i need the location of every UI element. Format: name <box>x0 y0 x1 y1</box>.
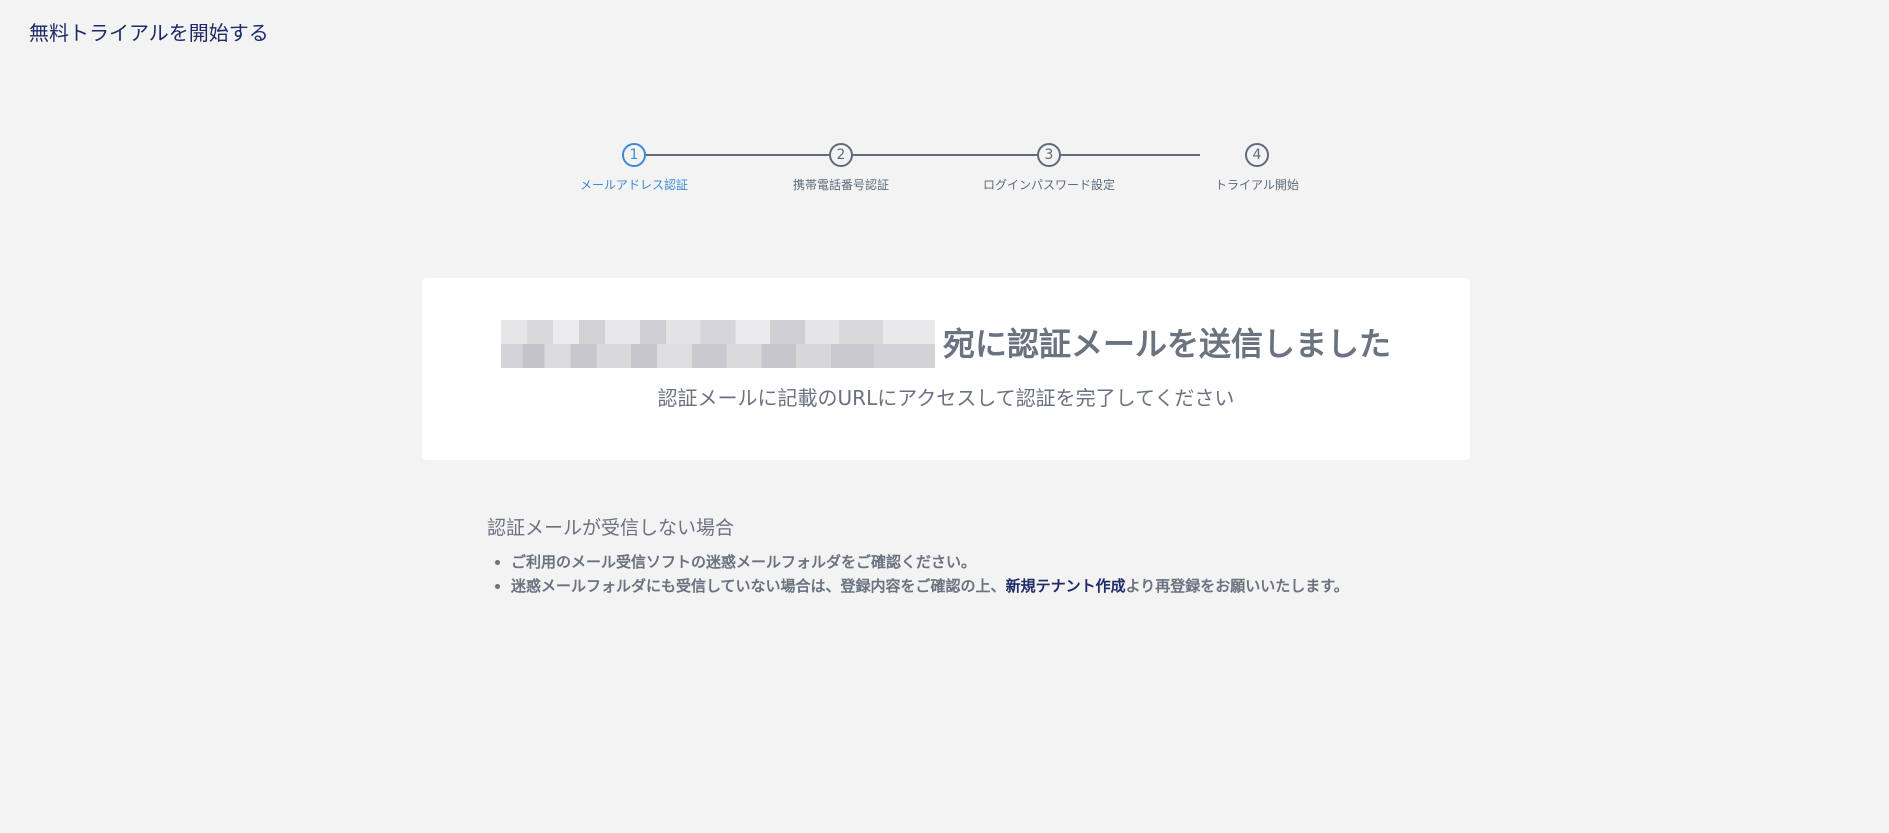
help-item: 迷惑メールフォルダにも受信していない場合は、登録内容をご確認の上、新規テナント作… <box>511 574 1447 598</box>
step-4: 4 トライアル開始 <box>1157 140 1357 193</box>
step-number-badge: 3 <box>1037 143 1061 167</box>
help-title: 認証メールが受信しない場合 <box>487 517 735 539</box>
headline-text: 宛に認証メールを送信しました <box>942 325 1391 363</box>
masked-email-address <box>500 320 935 368</box>
help-item-text: ご利用のメール受信ソフトの迷惑メールフォルダをご確認ください。 <box>511 553 977 571</box>
step-label: トライアル開始 <box>1215 178 1299 192</box>
page-title: 無料トライアルを開始する <box>29 21 269 45</box>
step-label: メールアドレス認証 <box>579 178 688 192</box>
step-number-badge: 4 <box>1245 143 1269 167</box>
new-tenant-link[interactable]: 新規テナント作成 <box>1006 577 1126 595</box>
step-2: 2 携帯電話番号認証 <box>741 140 941 193</box>
help-item-text: より再登録をお願いいたします。 <box>1125 577 1349 595</box>
confirmation-instruction: 認証メールに記載のURLにアクセスして認証を完了してください <box>657 386 1235 410</box>
help-item: ご利用のメール受信ソフトの迷惑メールフォルダをご確認ください。 <box>511 550 1447 574</box>
step-label: ログインパスワード設定 <box>982 178 1115 192</box>
step-number-badge: 2 <box>829 143 853 167</box>
step-1: 1 メールアドレス認証 <box>534 140 734 193</box>
step-label: 携帯電話番号認証 <box>792 178 889 192</box>
confirmation-card: 宛に認証メールを送信しました 認証メールに記載のURLにアクセスして認証を完了し… <box>422 278 1470 460</box>
step-number-badge: 1 <box>622 143 646 167</box>
help-list: ご利用のメール受信ソフトの迷惑メールフォルダをご確認ください。 迷惑メールフォル… <box>487 550 1447 598</box>
help-item-text: 迷惑メールフォルダにも受信していない場合は、登録内容をご確認の上、 <box>511 577 1006 595</box>
help-section: 認証メールが受信しない場合 ご利用のメール受信ソフトの迷惑メールフォルダをご確認… <box>487 513 1447 598</box>
progress-stepper: 1 メールアドレス認証 2 携帯電話番号認証 3 ログインパスワード設定 4 ト… <box>567 140 1299 200</box>
confirmation-headline: 宛に認証メールを送信しました <box>422 316 1470 368</box>
step-3: 3 ログインパスワード設定 <box>949 140 1149 193</box>
